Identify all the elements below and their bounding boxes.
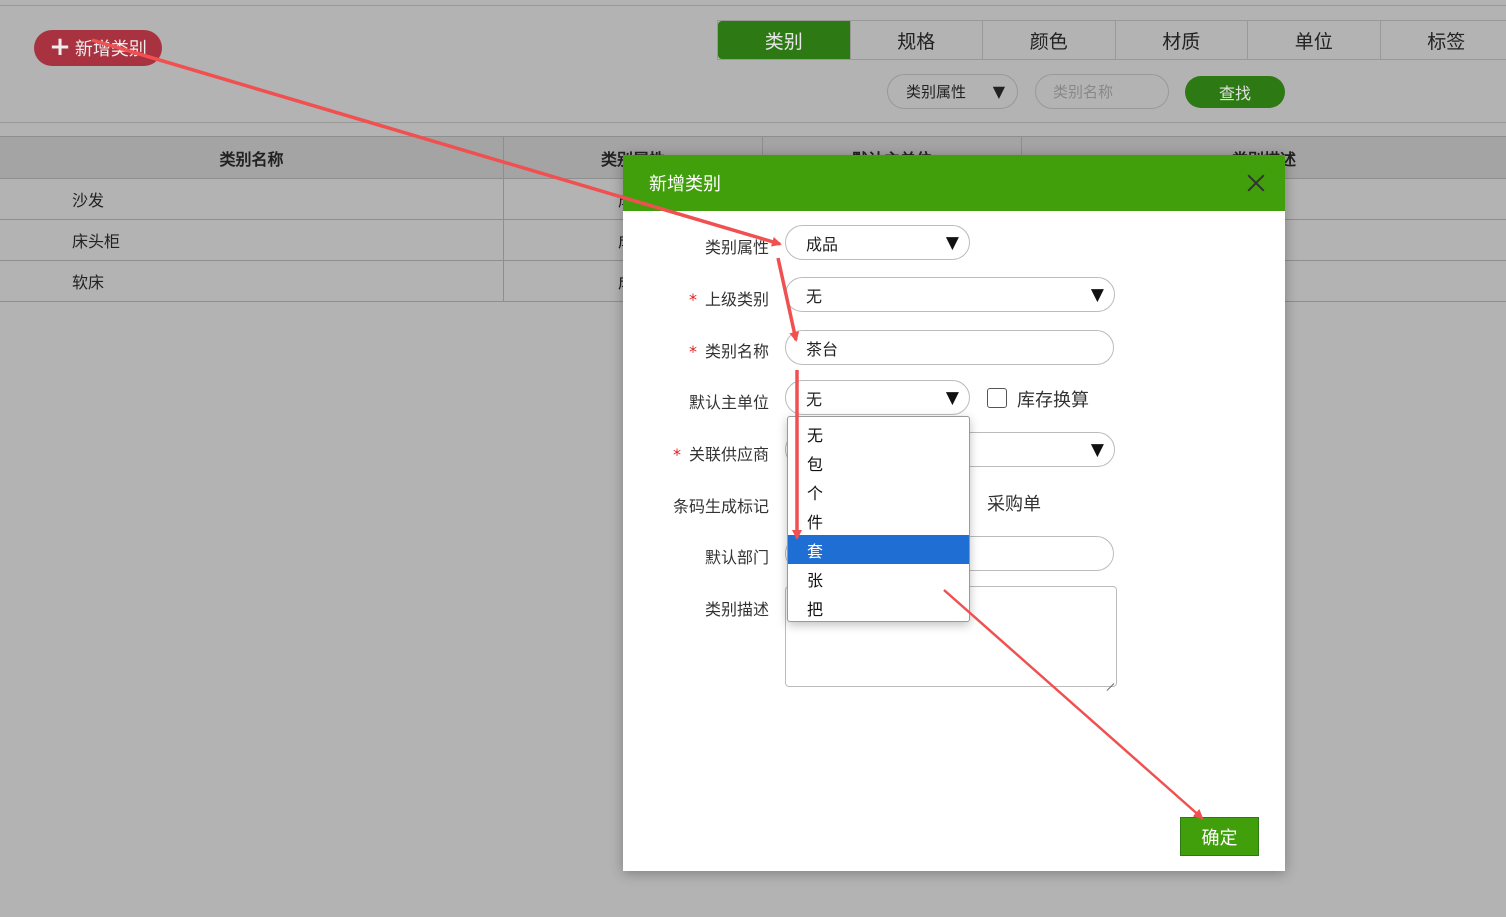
required-mark: * xyxy=(672,445,681,464)
name-search-placeholder: 类别名称 xyxy=(1053,83,1114,101)
attr-select-value: 成品 xyxy=(806,234,839,254)
parent-label: * 上级类别 xyxy=(689,286,769,310)
add-category-dialog: 新增类别 类别属性 成品 ▼ * 上级类别 无 ▼ * 类别名称 茶台 默认主单位 … xyxy=(623,155,1285,871)
name-label: * 类别名称 xyxy=(689,338,769,362)
required-mark: * xyxy=(688,342,697,361)
attr-select[interactable]: 成品 ▼ xyxy=(785,225,970,260)
unit-select-value: 无 xyxy=(806,389,823,409)
name-input-value: 茶台 xyxy=(806,339,839,359)
name-label-text: 类别名称 xyxy=(704,342,769,361)
dept-label: 默认部门 xyxy=(704,548,769,567)
desc-label: 类别描述 xyxy=(704,600,769,619)
confirm-button[interactable]: 确定 xyxy=(1180,817,1259,856)
add-category-label: 新增类别 xyxy=(74,39,147,60)
unit-option[interactable]: 无 xyxy=(788,419,969,448)
barcode-label: 条码生成标记 xyxy=(672,497,769,516)
attr-filter-value: 类别属性 xyxy=(906,83,967,101)
unit-option[interactable]: 个 xyxy=(788,477,969,506)
stock-convert-label: 库存换算 xyxy=(1017,390,1089,411)
category-tabs: 类别 规格 颜色 材质 单位 标签 xyxy=(717,20,1506,60)
chevron-down-icon: ▼ xyxy=(945,233,959,253)
unit-option[interactable]: 张 xyxy=(788,564,969,593)
toolbar-divider xyxy=(0,122,1506,123)
unit-option[interactable]: 包 xyxy=(788,448,969,477)
tab-material[interactable]: 材质 xyxy=(1115,21,1248,59)
attr-filter-select[interactable]: 类别属性 ▼ xyxy=(887,74,1018,109)
plus-icon: + xyxy=(49,32,71,62)
supplier-label: * 关联供应商 xyxy=(673,441,769,465)
chevron-down-icon: ▼ xyxy=(992,82,1005,101)
close-icon[interactable] xyxy=(1245,172,1267,194)
unit-option[interactable]: 件 xyxy=(788,506,969,535)
tab-category[interactable]: 类别 xyxy=(718,21,851,59)
tab-tag[interactable]: 标签 xyxy=(1380,21,1506,59)
unit-option-selected[interactable]: 套 xyxy=(788,535,969,564)
resize-handle-icon[interactable] xyxy=(1106,676,1114,684)
cell-name: 软床 xyxy=(0,261,504,301)
name-input[interactable]: 茶台 xyxy=(785,330,1114,365)
top-divider xyxy=(0,5,1506,6)
stock-convert-checkbox[interactable] xyxy=(987,388,1007,408)
tab-spec[interactable]: 规格 xyxy=(850,21,983,59)
dialog-title: 新增类别 xyxy=(649,174,721,195)
name-search-input[interactable]: 类别名称 xyxy=(1035,74,1169,109)
parent-select-value: 无 xyxy=(806,286,823,306)
tab-unit[interactable]: 单位 xyxy=(1248,21,1381,59)
parent-label-text: 上级类别 xyxy=(704,290,769,309)
unit-label: 默认主单位 xyxy=(688,393,769,412)
tab-color[interactable]: 颜色 xyxy=(983,21,1116,59)
attr-label: 类别属性 xyxy=(704,238,769,257)
unit-option[interactable]: 把 xyxy=(788,593,969,622)
unit-dropdown-list: 无 包 个 件 套 张 把 xyxy=(787,416,970,622)
chevron-down-icon: ▼ xyxy=(1090,285,1104,305)
find-button[interactable]: 查找 xyxy=(1185,76,1285,108)
required-mark: * xyxy=(688,290,697,309)
cell-name: 沙发 xyxy=(0,179,504,219)
chevron-down-icon: ▼ xyxy=(1090,440,1104,460)
parent-select[interactable]: 无 ▼ xyxy=(785,277,1115,312)
chevron-down-icon: ▼ xyxy=(945,388,959,408)
unit-select[interactable]: 无 ▼ xyxy=(785,380,970,415)
supplier-label-text: 关联供应商 xyxy=(688,445,769,464)
dialog-header: 新增类别 xyxy=(623,155,1285,211)
cell-name: 床头柜 xyxy=(0,220,504,260)
barcode-option-purchase[interactable]: 采购单 xyxy=(987,490,1041,516)
add-category-button[interactable]: + 新增类别 xyxy=(34,30,162,66)
header-name: 类别名称 xyxy=(0,137,504,178)
